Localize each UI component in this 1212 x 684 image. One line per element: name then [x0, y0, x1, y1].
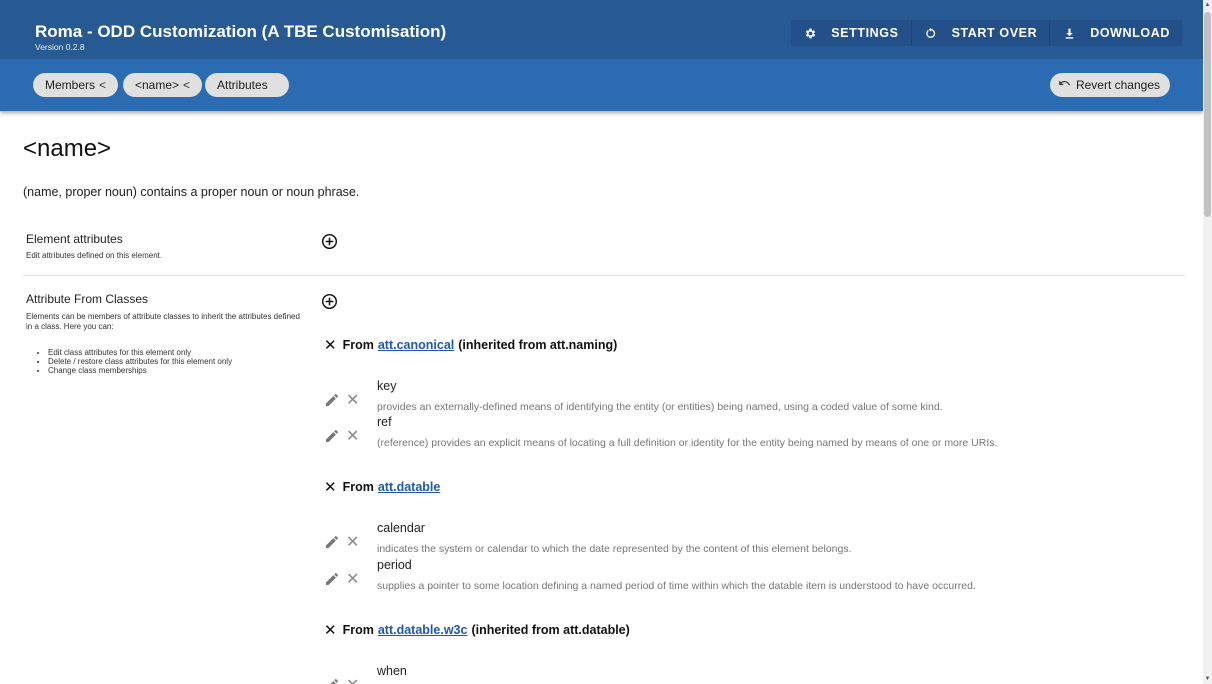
- class-link[interactable]: att.datable.w3c: [378, 623, 468, 637]
- attribute-row: ✕ ref (reference) provides an explicit m…: [324, 415, 1184, 455]
- download-label: DOWNLOAD: [1090, 26, 1170, 40]
- start-over-button[interactable]: START OVER: [911, 20, 1051, 46]
- attribute-description: provides an externally-defined means of …: [377, 401, 943, 413]
- settings-button[interactable]: SETTINGS: [791, 20, 912, 46]
- attribute-classes-subtitle: Elements can be members of attribute cla…: [26, 312, 300, 331]
- attribute-description: (reference) provides an explicit means o…: [377, 437, 998, 449]
- attribute-name: ref: [377, 415, 392, 429]
- breadcrumb-attributes-label: Attributes: [217, 78, 268, 92]
- page-title: <name>: [23, 135, 112, 162]
- class-group-header: ✕ From att.datable.w3c (inherited from a…: [324, 621, 630, 639]
- delete-attribute-icon[interactable]: ✕: [346, 426, 359, 446]
- edit-pencil-icon[interactable]: [324, 392, 340, 408]
- breadcrumb-name[interactable]: <name> <: [123, 73, 203, 97]
- inherited-label: (inherited from att.naming): [458, 338, 618, 352]
- remove-class-icon[interactable]: ✕: [324, 336, 337, 354]
- add-class-membership-icon[interactable]: [321, 293, 338, 310]
- gear-icon: [803, 26, 817, 40]
- from-label: From: [342, 623, 374, 637]
- scrollbar[interactable]: ▲ ▼: [1203, 0, 1212, 684]
- attribute-row: ✕ calendar indicates the system or calen…: [324, 521, 1184, 561]
- download-button[interactable]: DOWNLOAD: [1050, 20, 1182, 46]
- revert-changes-label: Revert changes: [1075, 78, 1160, 92]
- settings-label: SETTINGS: [831, 26, 899, 40]
- from-label: From: [342, 338, 374, 352]
- delete-attribute-icon[interactable]: ✕: [346, 675, 359, 684]
- add-element-attribute-icon[interactable]: [321, 233, 338, 250]
- remove-class-icon[interactable]: ✕: [324, 621, 337, 639]
- attribute-row: ✕ period supplies a pointer to some loca…: [324, 558, 1184, 598]
- element-attributes-subtitle: Edit attributes defined on this element.: [26, 251, 163, 260]
- class-group-header: ✕ From att.canonical (inherited from att…: [324, 336, 617, 354]
- undo-icon: [1058, 78, 1072, 93]
- app-bar: Roma - ODD Customization (A TBE Customis…: [0, 0, 1203, 111]
- attribute-description: supplies a pointer to some location defi…: [377, 580, 976, 592]
- attribute-classes-title: Attribute From Classes: [26, 292, 149, 306]
- remove-class-icon[interactable]: ✕: [324, 478, 337, 496]
- scrollbar-thumb[interactable]: [1204, 12, 1211, 217]
- element-description: (name, proper noun) contains a proper no…: [23, 185, 360, 199]
- attribute-name: period: [377, 558, 412, 572]
- toolbar: SETTINGS START OVER DOWNLOAD: [791, 20, 1182, 46]
- app-version: Version 0.2.8: [35, 42, 85, 52]
- breadcrumb-attributes[interactable]: Attributes: [205, 73, 289, 97]
- scroll-up-arrow-icon[interactable]: ▲: [1204, 1, 1211, 9]
- chevron-left-icon: <: [183, 78, 191, 92]
- from-label: From: [342, 480, 374, 494]
- edit-pencil-icon[interactable]: [324, 534, 340, 550]
- breadcrumb-name-label: <name>: [135, 78, 180, 92]
- list-item: Change class memberships: [48, 366, 232, 375]
- delete-attribute-icon[interactable]: ✕: [346, 569, 359, 589]
- attribute-description: indicates the system or calendar to whic…: [377, 543, 852, 555]
- delete-attribute-icon[interactable]: ✕: [346, 532, 359, 552]
- attribute-name: when: [377, 664, 407, 678]
- edit-pencil-icon[interactable]: [324, 571, 340, 587]
- attribute-name: key: [377, 379, 397, 393]
- app-title: Roma - ODD Customization (A TBE Customis…: [35, 22, 447, 41]
- list-item: Delete / restore class attributes for th…: [48, 357, 232, 366]
- delete-attribute-icon[interactable]: ✕: [346, 390, 359, 410]
- breadcrumb-members-label: Members: [45, 78, 96, 92]
- class-group-header: ✕ From att.datable: [324, 478, 444, 496]
- scroll-down-arrow-icon[interactable]: ▼: [1204, 675, 1211, 683]
- class-link[interactable]: att.datable: [378, 480, 441, 494]
- revert-changes-button[interactable]: Revert changes: [1049, 73, 1170, 97]
- download-icon: [1062, 26, 1076, 40]
- attribute-row: ✕ key provides an externally-defined mea…: [324, 379, 1184, 419]
- inherited-label: (inherited from att.datable): [471, 623, 630, 637]
- section-divider: [23, 275, 1185, 276]
- class-link[interactable]: att.canonical: [378, 338, 454, 352]
- element-attributes-title: Element attributes: [26, 232, 123, 246]
- list-item: Edit class attributes for this element o…: [48, 348, 232, 357]
- attribute-name: calendar: [377, 521, 425, 535]
- start-over-label: START OVER: [951, 26, 1038, 40]
- breadcrumb-members[interactable]: Members <: [33, 73, 119, 97]
- chevron-left-icon: <: [99, 78, 107, 92]
- app-bar-top: Roma - ODD Customization (A TBE Customis…: [0, 0, 1203, 59]
- refresh-icon: [924, 26, 938, 40]
- edit-pencil-icon[interactable]: [324, 428, 340, 444]
- attribute-classes-bullets: Edit class attributes for this element o…: [48, 348, 232, 375]
- attribute-row: ✕ when: [324, 664, 1184, 684]
- edit-pencil-icon[interactable]: [324, 677, 340, 684]
